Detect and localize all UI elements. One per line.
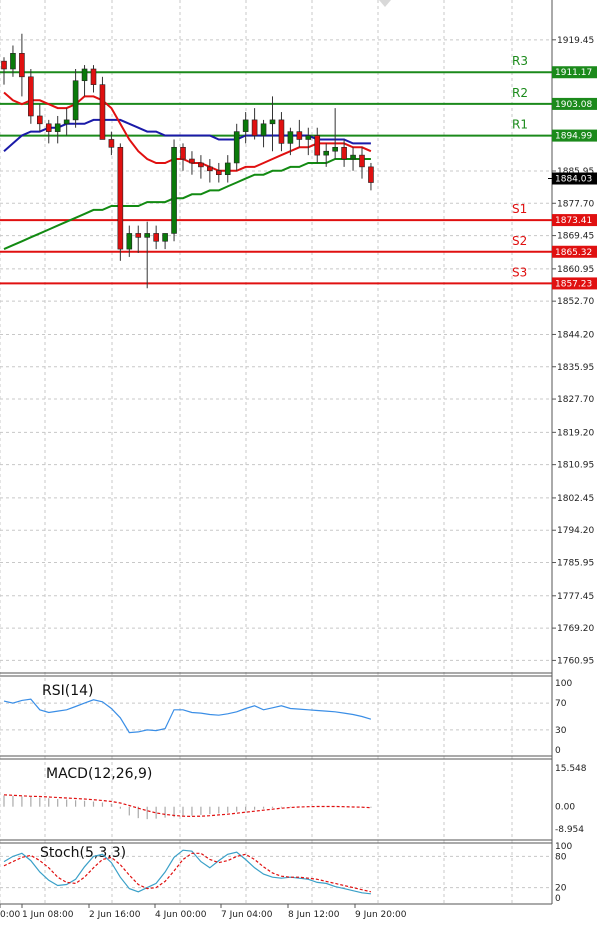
candle-body — [224, 162, 231, 176]
candle-body — [144, 233, 150, 238]
candle-body — [207, 166, 213, 172]
y-tick-label: 1835.95 — [557, 363, 594, 373]
y-tick-label: 1769.20 — [557, 624, 594, 634]
y-tick-label: 1794.20 — [557, 526, 594, 536]
stoch-y-tick-label: 20 — [555, 884, 567, 894]
macd-y-tick-label: 15.548 — [555, 764, 587, 774]
candle-body — [90, 68, 97, 85]
level-name-r2: R2 — [512, 86, 528, 100]
candle-body — [63, 119, 70, 125]
x-tick-label: 0:00 — [0, 910, 20, 920]
rsi-y-tick-label: 30 — [555, 726, 567, 736]
candle-body — [341, 146, 347, 160]
candle-body — [278, 119, 285, 144]
candle-body — [189, 158, 195, 164]
macd-y-tick-label: -8.954 — [555, 825, 584, 835]
y-tick-label: 1852.70 — [557, 297, 594, 307]
candle-body — [162, 233, 168, 242]
candle-body — [233, 131, 240, 164]
candle-body — [332, 146, 338, 152]
level-name-r3: R3 — [512, 54, 528, 68]
x-tick-label: 1 Jun 08:00 — [22, 910, 74, 920]
level-name-s2: S2 — [512, 234, 527, 248]
candle-body — [99, 84, 106, 140]
candle-body — [108, 139, 115, 148]
candle-body — [368, 166, 374, 183]
rsi-y-tick-label: 70 — [555, 699, 567, 709]
y-tick-label: 1827.70 — [557, 395, 594, 405]
candle-body — [28, 76, 34, 117]
macd-title: MACD(12,26,9) — [46, 766, 152, 782]
candle-body — [171, 146, 177, 234]
candle-body — [54, 123, 61, 132]
level-value-s3: 1857.23 — [555, 279, 592, 289]
candle-body — [216, 170, 222, 176]
candle-body — [251, 119, 258, 136]
y-tick-label: 1777.45 — [557, 592, 594, 602]
candle-body — [269, 119, 276, 125]
y-tick-label: 1785.95 — [557, 559, 594, 569]
candle-body — [305, 135, 312, 140]
level-name-r1: R1 — [512, 118, 528, 132]
stoch-y-tick-label: 100 — [555, 842, 572, 852]
candle-body — [153, 233, 159, 242]
level-name-s3: S3 — [512, 265, 527, 279]
y-tick-label: 1844.20 — [557, 330, 594, 340]
y-tick-label: 1919.45 — [557, 36, 594, 46]
candle-body — [19, 53, 25, 78]
y-tick-label: 1869.45 — [557, 232, 594, 242]
candle-body — [72, 80, 79, 121]
current-price-label: 1884.03 — [555, 174, 592, 184]
candle-body — [242, 119, 249, 132]
candle-body — [314, 135, 321, 156]
rsi-y-tick-label: 0 — [555, 746, 561, 756]
candle-body — [135, 233, 142, 238]
candle-body — [260, 123, 267, 136]
candle-body — [323, 150, 330, 156]
level-name-s1: S1 — [512, 202, 527, 216]
candle-body — [287, 131, 294, 144]
rsi-title: RSI(14) — [42, 683, 93, 699]
y-tick-label: 1802.45 — [557, 494, 594, 504]
y-tick-label: 1819.20 — [557, 428, 594, 438]
x-tick-label: 7 Jun 04:00 — [221, 910, 273, 920]
candle-body — [198, 162, 204, 168]
x-tick-label: 8 Jun 12:00 — [288, 910, 340, 920]
candle-body — [117, 146, 124, 250]
level-value-s1: 1873.41 — [555, 216, 592, 226]
y-tick-label: 1877.70 — [557, 199, 594, 209]
candle-body — [36, 115, 43, 125]
candle-body — [10, 53, 16, 70]
x-tick-label: 2 Jun 16:00 — [89, 910, 141, 920]
y-tick-label: 1760.95 — [557, 656, 594, 666]
current-price-marker: 1884.03 — [548, 172, 597, 185]
candle-body — [126, 233, 133, 250]
candle-body — [359, 154, 365, 168]
x-tick-label: 9 Jun 20:00 — [355, 910, 407, 920]
level-value-r1: 1894.99 — [555, 132, 592, 142]
x-tick-label: 4 Jun 00:00 — [155, 910, 207, 920]
candle-body — [350, 154, 356, 160]
level-value-s2: 1865.32 — [555, 248, 592, 258]
candle-body — [45, 123, 52, 132]
y-tick-label: 1810.95 — [557, 461, 594, 471]
stoch-y-tick-label: 80 — [555, 852, 567, 862]
stoch-y-tick-label: 0 — [555, 894, 561, 904]
y-tick-label: 1860.95 — [557, 265, 594, 275]
candle-body — [180, 146, 186, 160]
candle-body — [296, 131, 303, 140]
price-chart: 1919.451911.171903.081894.991885.951877.… — [0, 0, 600, 930]
candle-body — [1, 60, 7, 70]
candle-body — [81, 68, 88, 82]
level-value-r2: 1903.08 — [555, 100, 592, 110]
rsi-y-tick-label: 100 — [555, 679, 572, 689]
macd-y-tick-label: 0.00 — [555, 803, 575, 813]
level-value-r3: 1911.17 — [555, 68, 592, 78]
